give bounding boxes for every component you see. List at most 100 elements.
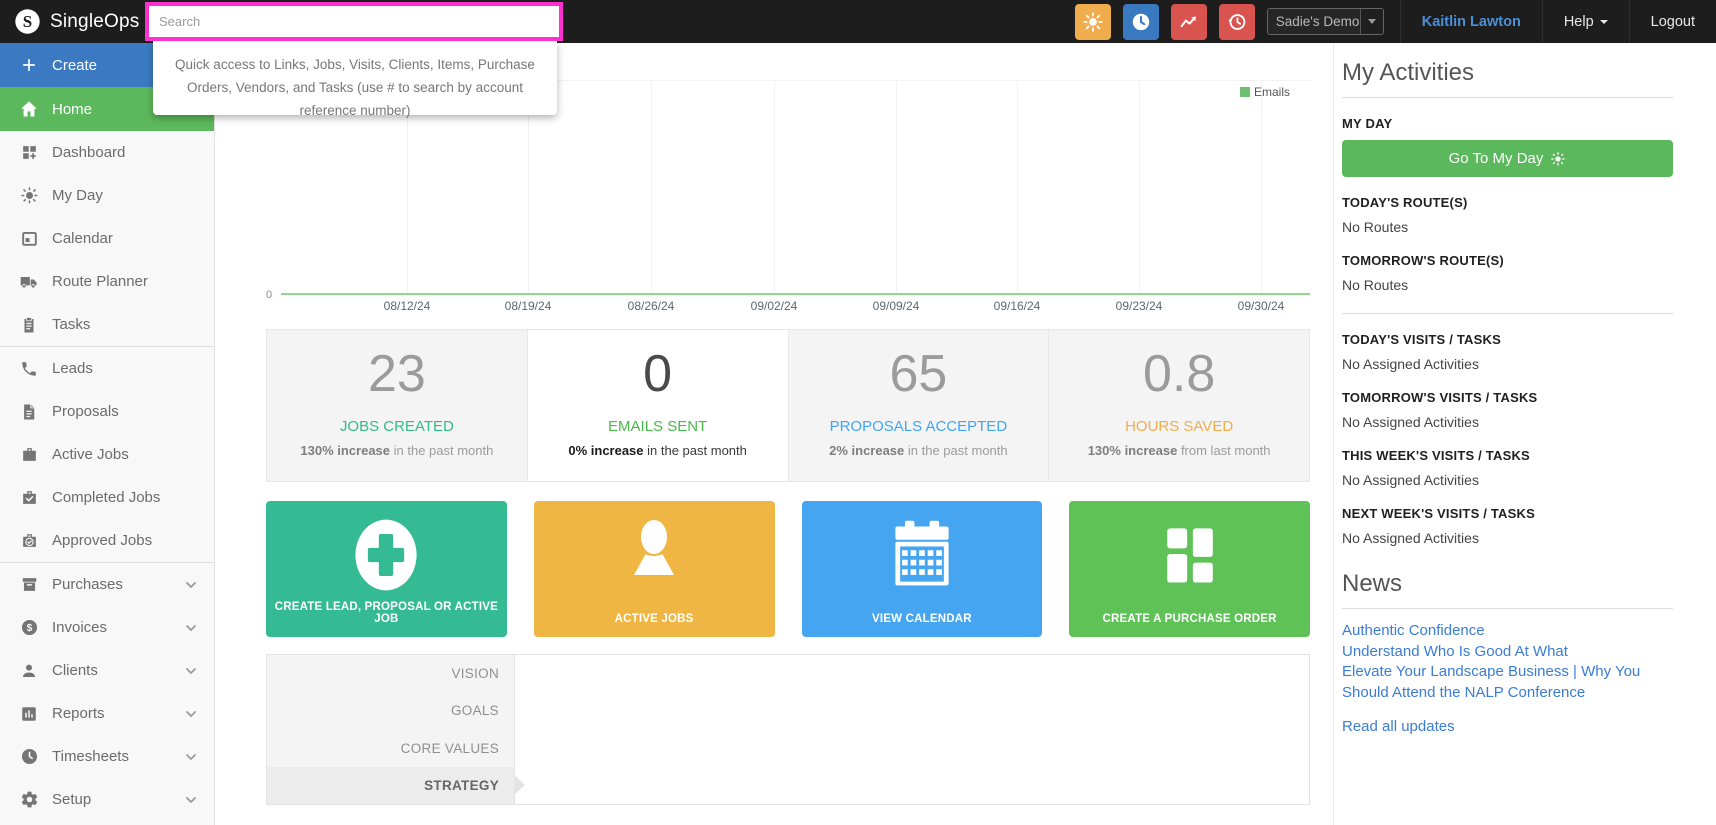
sidebar-item-reports[interactable]: Reports: [0, 692, 214, 735]
tile-label: CREATE LEAD, PROPOSAL OR ACTIVE JOB: [266, 601, 507, 625]
sidebar-item-tasks[interactable]: Tasks: [0, 303, 214, 346]
stat-jobs-created[interactable]: 23 JOBS CREATED 130% increase in the pas…: [267, 330, 528, 481]
tab-strategy[interactable]: STRATEGY: [267, 767, 514, 804]
sidebar-item-label: My Day: [52, 187, 214, 204]
tomorrows-visits-heading: TOMORROW'S VISITS / TASKS: [1342, 390, 1673, 405]
sidebar-item-calendar[interactable]: Calendar: [0, 217, 214, 260]
sidebar-item-label: Proposals: [52, 403, 214, 420]
sidebar-item-approved-jobs[interactable]: Approved Jobs: [0, 519, 214, 562]
sidebar-item-completed-jobs[interactable]: Completed Jobs: [0, 476, 214, 519]
sidebar-item-label: Completed Jobs: [52, 489, 214, 506]
stat-value: 0: [528, 344, 788, 404]
stat-value: 23: [267, 344, 527, 404]
stat-proposals-accepted[interactable]: 65 PROPOSALS ACCEPTED 2% increase in the…: [789, 330, 1050, 481]
sidebar-item-clients[interactable]: Clients: [0, 649, 214, 692]
singleops-logo-icon: S: [14, 8, 41, 35]
sidebar-item-label: Active Jobs: [52, 446, 214, 463]
search-hint-text: Quick access to Links, Jobs, Visits, Cli…: [175, 57, 535, 118]
x-tick: 08/12/24: [365, 299, 449, 313]
timesheet-quick-button[interactable]: [1123, 4, 1159, 40]
tomorrows-visits-value: No Assigned Activities: [1342, 414, 1673, 430]
sidebar-item-purchases[interactable]: Purchases: [0, 563, 214, 606]
sidebar-item-invoices[interactable]: $ Invoices: [0, 606, 214, 649]
tile-label: CREATE A PURCHASE ORDER: [1069, 613, 1310, 625]
sidebar-item-active-jobs[interactable]: Active Jobs: [0, 433, 214, 476]
this-weeks-visits-heading: THIS WEEK'S VISITS / TASKS: [1342, 448, 1673, 463]
quick-action-tiles: CREATE LEAD, PROPOSAL OR ACTIVE JOB ACTI…: [266, 501, 1310, 637]
account-select-arrow-button[interactable]: [1360, 9, 1383, 34]
my-activities-title: My Activities: [1342, 43, 1673, 98]
document-icon: [18, 401, 40, 423]
user-menu[interactable]: Kaitlin Lawton: [1400, 0, 1542, 43]
right-panel: My Activities MY DAY Go To My Day TODAY'…: [1333, 43, 1673, 825]
chart-gridline: [1139, 81, 1140, 293]
grid-icon: [1069, 511, 1310, 599]
sidebar-item-my-day[interactable]: My Day: [0, 174, 214, 217]
view-calendar-tile[interactable]: VIEW CALENDAR: [802, 501, 1043, 637]
create-lead-proposal-job-tile[interactable]: CREATE LEAD, PROPOSAL OR ACTIVE JOB: [266, 501, 507, 637]
sidebar-item-route-planner[interactable]: Route Planner: [0, 260, 214, 303]
sun-icon: [18, 185, 40, 207]
sidebar-item-timesheets[interactable]: Timesheets: [0, 735, 214, 778]
account-select[interactable]: Sadie's Demo: [1267, 8, 1384, 35]
chevron-down-icon: [184, 664, 198, 678]
help-menu[interactable]: Help: [1542, 0, 1629, 43]
singleops-logo[interactable]: S SingleOps: [14, 0, 139, 43]
sidebar-item-dashboard[interactable]: Dashboard: [0, 131, 214, 174]
chevron-down-icon: [184, 578, 198, 592]
chart-gridline: [651, 81, 652, 293]
sidebar-item-proposals[interactable]: Proposals: [0, 390, 214, 433]
go-to-my-day-label: Go To My Day: [1449, 150, 1544, 167]
chart-gridline: [1017, 81, 1018, 293]
company-info-panel: VISION GOALS CORE VALUES STRATEGY: [266, 654, 1310, 805]
create-purchase-order-tile[interactable]: CREATE A PURCHASE ORDER: [1069, 501, 1310, 637]
tab-label: VISION: [451, 666, 499, 681]
tab-core-values[interactable]: CORE VALUES: [267, 730, 514, 767]
person-icon: [534, 511, 775, 599]
stat-hours-saved[interactable]: 0.8 HOURS SAVED 130% increase from last …: [1049, 330, 1309, 481]
chevron-down-icon: [184, 750, 198, 764]
news-link[interactable]: Understand Who Is Good At What: [1342, 642, 1673, 663]
chart-gridline: [896, 81, 897, 293]
search-input[interactable]: [149, 6, 559, 37]
news-link[interactable]: Elevate Your Landscape Business | Why Yo…: [1342, 662, 1673, 703]
logout-button[interactable]: Logout: [1629, 0, 1716, 43]
truck-icon: [18, 271, 40, 293]
metrics-quick-button[interactable]: [1171, 4, 1207, 40]
briefcase-check-icon: [18, 487, 40, 509]
stat-label: PROPOSALS ACCEPTED: [789, 418, 1049, 435]
tab-vision[interactable]: VISION: [267, 655, 514, 692]
news-link[interactable]: Authentic Confidence: [1342, 621, 1673, 642]
sidebar-item-label: Dashboard: [52, 144, 214, 161]
company-tab-content: [515, 655, 1309, 804]
calendar-icon: [802, 511, 1043, 599]
stat-label: EMAILS SENT: [528, 418, 788, 435]
stat-value: 0.8: [1049, 344, 1309, 404]
svg-text:$: $: [26, 623, 32, 634]
this-weeks-visits-value: No Assigned Activities: [1342, 472, 1673, 488]
x-tick: 09/23/24: [1097, 299, 1181, 313]
sidebar-item-label: Leads: [52, 360, 214, 377]
todays-routes-value: No Routes: [1342, 219, 1673, 235]
company-tab-list: VISION GOALS CORE VALUES STRATEGY: [267, 655, 515, 804]
news-title: News: [1342, 570, 1673, 609]
dollar-circle-icon: $: [18, 617, 40, 639]
tile-label: ACTIVE JOBS: [534, 613, 775, 625]
sidebar-item-leads[interactable]: Leads: [0, 347, 214, 390]
tab-goals[interactable]: GOALS: [267, 692, 514, 729]
chevron-down-icon: [184, 621, 198, 635]
active-jobs-tile[interactable]: ACTIVE JOBS: [534, 501, 775, 637]
sidebar-item-label: Setup: [52, 791, 184, 808]
go-to-my-day-button[interactable]: Go To My Day: [1342, 140, 1673, 177]
news-links: Authentic Confidence Understand Who Is G…: [1342, 621, 1673, 704]
stat-emails-sent[interactable]: 0 EMAILS SENT 0% increase in the past mo…: [528, 330, 789, 481]
sidebar-item-setup[interactable]: Setup: [0, 778, 214, 821]
stat-delta: 130% increase from last month: [1049, 443, 1309, 458]
sidebar-item-label: Reports: [52, 705, 184, 722]
home-icon: [18, 98, 40, 120]
read-all-updates-link[interactable]: Read all updates: [1342, 718, 1455, 735]
my-day-quick-button[interactable]: [1075, 4, 1111, 40]
sidebar-item-label: Route Planner: [52, 273, 214, 290]
history-quick-button[interactable]: [1219, 4, 1255, 40]
chart-legend: Emails: [1240, 85, 1290, 99]
